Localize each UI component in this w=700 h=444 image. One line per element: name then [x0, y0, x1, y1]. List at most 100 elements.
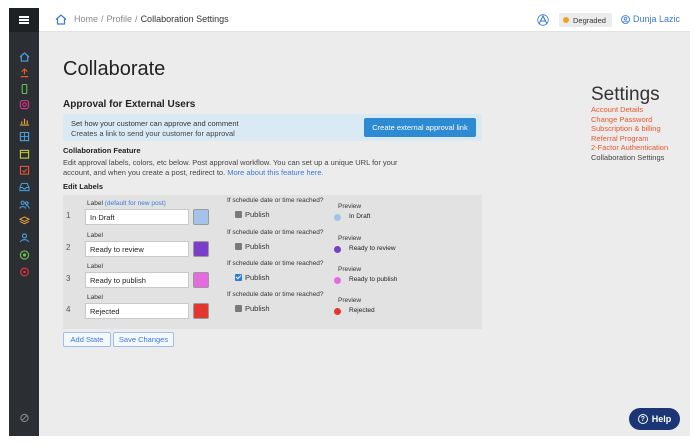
breadcrumb: Home / Profile / Collaboration Settings	[74, 14, 229, 24]
save-changes-button[interactable]: Save Changes	[113, 332, 174, 347]
preview-dot	[334, 214, 341, 221]
calendar-check-icon[interactable]	[18, 165, 30, 175]
preview-dot	[334, 277, 341, 284]
preview-text: In Draft	[349, 213, 371, 220]
publish-checkbox[interactable]	[235, 243, 242, 250]
slash-icon[interactable]	[18, 413, 30, 423]
label-caption: Label	[87, 263, 103, 270]
settings-item-change-password[interactable]: Change Password	[591, 115, 668, 125]
preview-text: Rejected	[349, 307, 375, 314]
settings-item-referral-program[interactable]: Referral Program	[591, 134, 668, 144]
color-swatch[interactable]	[193, 209, 209, 225]
status-badge[interactable]: Degraded	[559, 13, 612, 27]
settings-title: Settings	[591, 84, 660, 105]
label-row: 3 Label If schedule date or time reached…	[63, 260, 482, 290]
label-caption: Label	[87, 232, 103, 239]
upload-icon[interactable]	[18, 68, 30, 78]
help-label: Help	[651, 414, 672, 424]
preview-caption: Preview	[338, 266, 362, 273]
preview-text: Ready to publish	[349, 276, 398, 283]
sidebar	[9, 8, 39, 436]
create-external-approval-link-button[interactable]: Create external approval link	[364, 118, 476, 137]
settings-item-account-details[interactable]: Account Details	[591, 105, 668, 115]
label-input[interactable]	[85, 209, 189, 225]
instagram-icon[interactable]	[18, 100, 30, 110]
preview-caption: Preview	[338, 235, 362, 242]
collaboration-description: Edit approval labels, colors, etc below.…	[63, 158, 403, 178]
chart-icon[interactable]	[18, 116, 30, 126]
color-swatch[interactable]	[193, 272, 209, 288]
people-icon[interactable]	[18, 200, 30, 210]
default-hint: (default for new post)	[104, 200, 166, 207]
publish-label: Publish	[245, 273, 270, 282]
grid-icon[interactable]	[18, 132, 30, 142]
label-row: 4 Label If schedule date or time reached…	[63, 291, 482, 321]
help-button[interactable]: ? Help	[629, 408, 680, 430]
settings-item-subscription-billing[interactable]: Subscription & billing	[591, 124, 668, 134]
external-approval-box: Set how your customer can approve and co…	[63, 114, 482, 141]
page-title: Collaborate	[63, 58, 166, 80]
approval-icon[interactable]	[537, 14, 549, 26]
schedule-question: If schedule date or time reached?	[227, 197, 324, 204]
user-icon[interactable]	[18, 233, 30, 243]
inbox-icon[interactable]	[18, 182, 30, 192]
menu-toggle[interactable]	[9, 8, 39, 32]
settings-icon[interactable]	[18, 267, 30, 277]
preview-caption: Preview	[338, 203, 362, 210]
publish-label: Publish	[245, 242, 270, 251]
schedule-question: If schedule date or time reached?	[227, 229, 324, 236]
publish-checkbox[interactable]	[235, 274, 242, 281]
row-number: 4	[66, 305, 71, 314]
preview-dot	[334, 308, 341, 315]
edit-labels-heading: Edit Labels	[63, 182, 104, 191]
row-number: 3	[66, 274, 71, 283]
label-row: 1 Label (default for new post) If schedu…	[63, 197, 482, 227]
hamburger-icon	[19, 16, 29, 24]
schedule-question: If schedule date or time reached?	[227, 291, 324, 298]
label-caption: Label (default for new post)	[87, 200, 166, 207]
preview-text: Ready to review	[349, 245, 396, 252]
more-about-link[interactable]: More about this feature here.	[227, 168, 323, 177]
color-swatch[interactable]	[193, 241, 209, 257]
user-menu[interactable]: Dunja Lazic	[621, 14, 680, 24]
approval-heading: Approval for External Users	[63, 99, 196, 110]
user-circle-icon	[621, 14, 630, 24]
check-circle-icon[interactable]	[18, 250, 30, 260]
breadcrumb-current: Collaboration Settings	[140, 14, 229, 24]
breadcrumb-profile[interactable]: Profile	[107, 14, 133, 24]
row-number: 1	[66, 211, 71, 220]
external-approval-line2: Creates a link to send your customer for…	[71, 129, 235, 138]
preview-dot	[334, 246, 341, 253]
layers-icon[interactable]	[18, 216, 30, 226]
breadcrumb-home[interactable]: Home	[74, 14, 98, 24]
label-input[interactable]	[85, 303, 189, 319]
publish-checkbox[interactable]	[235, 305, 242, 312]
home-icon[interactable]	[18, 52, 30, 62]
label-input[interactable]	[85, 241, 189, 257]
labels-panel: 1 Label (default for new post) If schedu…	[63, 195, 482, 329]
settings-item-2fa[interactable]: 2-Factor Authentication	[591, 143, 668, 153]
settings-nav: Account Details Change Password Subscrip…	[591, 105, 668, 162]
status-dot-icon	[563, 17, 569, 23]
collaboration-heading: Collaboration Feature	[63, 146, 141, 155]
preview-caption: Preview	[338, 297, 362, 304]
add-state-button[interactable]: Add State	[63, 332, 111, 347]
label-row: 2 Label If schedule date or time reached…	[63, 229, 482, 259]
settings-item-collaboration[interactable]: Collaboration Settings	[591, 153, 668, 163]
question-icon: ?	[637, 414, 648, 424]
breadcrumb-home-icon[interactable]	[55, 14, 67, 25]
publish-label: Publish	[245, 210, 270, 219]
publish-label: Publish	[245, 304, 270, 313]
publish-checkbox[interactable]	[235, 211, 242, 218]
row-number: 2	[66, 243, 71, 252]
phone-icon[interactable]	[18, 84, 30, 94]
schedule-question: If schedule date or time reached?	[227, 260, 324, 267]
user-name: Dunja Lazic	[633, 14, 681, 24]
calendar-icon[interactable]	[18, 149, 30, 159]
color-swatch[interactable]	[193, 303, 209, 319]
external-approval-line1: Set how your customer can approve and co…	[71, 119, 239, 128]
top-bar: Home / Profile / Collaboration Settings Degr…	[39, 8, 690, 32]
status-text: Degraded	[573, 15, 606, 25]
label-caption: Label	[87, 294, 103, 301]
label-input[interactable]	[85, 272, 189, 288]
